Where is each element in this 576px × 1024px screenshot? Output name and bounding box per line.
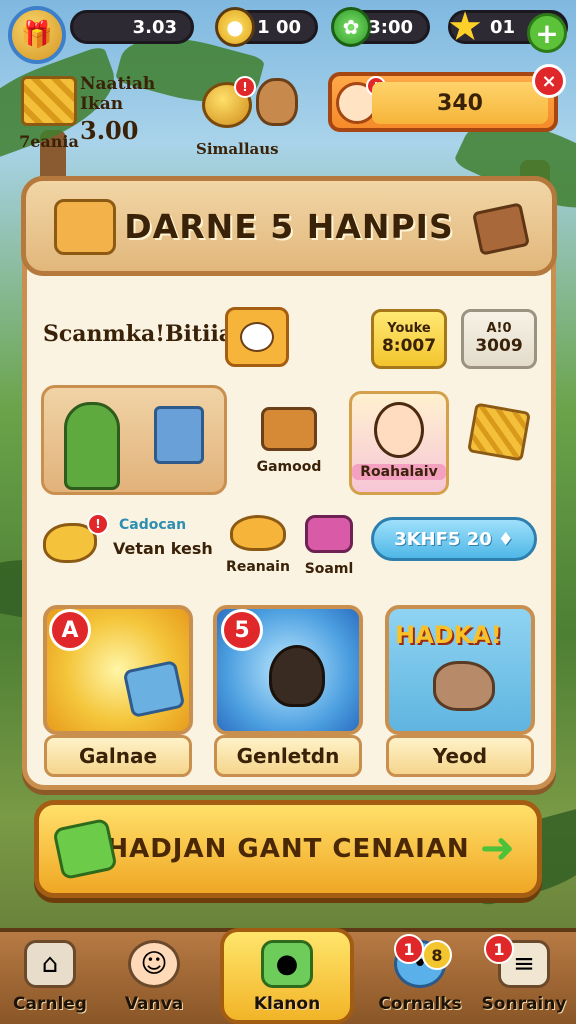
card-monster-button[interactable]: Genletdn [214,735,362,777]
main-action-button[interactable]: HADJAN GANT CENAIAN ➜ [34,800,542,898]
blue-box-icon [122,659,186,719]
bowl-caption: Reanain [226,559,290,575]
gold-cube-item[interactable] [467,402,535,467]
shop-panel: DARNE 5 HANPIS Scanmka!Bitiia Youke 8:00… [21,176,557,790]
cash-value: 340 [437,90,483,116]
coins-caption: Simallaus [196,140,279,158]
coins-alert-badge: ! [234,76,256,98]
main-action-label: HADJAN GANT CENAIAN [106,834,470,864]
machine-icon [154,406,204,464]
suitcase-item[interactable]: Gamood [253,407,325,487]
crate-caption: 7eania [19,132,79,151]
nav-chat-badge-1: 1 [394,934,424,964]
pet-icon-button[interactable] [225,307,289,367]
nav-home[interactable]: ⌂ Carnleg [0,940,100,1024]
price-1-bottom: 8:007 [381,335,437,356]
cash-counter[interactable]: ! 340 × [328,64,566,132]
pouch-caption: Soaml [304,561,354,577]
player-info-title: Naatiah Ikan [80,74,156,114]
resource-counter-1: 3.03 [70,10,194,44]
girl-portrait-icon [374,402,424,458]
panel-banner: DARNE 5 HANPIS [21,176,557,276]
nav-chest-label: Klanon [253,994,321,1014]
home-icon: ⌂ [24,940,76,988]
add-currency-button[interactable]: + [527,13,567,53]
character-machine-card[interactable] [41,385,227,495]
hand-label-top: Cadocan [119,517,187,533]
deer-icon [256,78,298,126]
elephant-icon [433,661,495,711]
character-icon: ☺ [128,940,180,988]
nav-character-label: Vanva [124,994,184,1014]
chat-bubbles-icon [52,817,118,881]
treasure-icon: 🎁 [20,20,54,50]
card-treasure-button[interactable]: Galnae [44,735,192,777]
card-treasure-badge: A [49,609,91,651]
suitcase-icon [261,407,317,451]
nav-chat-badge-2: 8 [422,940,452,970]
character-icon [64,402,120,490]
panel-title: DARNE 5 HANPIS [124,206,454,246]
chest-icon: ● [261,940,313,988]
gem-counter: ✿ 3:00 [331,7,430,47]
card-elephant[interactable]: HADKA! [385,605,535,735]
coin-counter: ● 1 00 [215,7,318,47]
hand-offer[interactable]: ! Cadocan Vetan kesh [43,511,213,575]
player-info: Naatiah Ikan 3.00 [80,74,200,145]
nav-home-label: Carnleg [13,994,87,1014]
suitcase-caption: Gamood [256,459,322,475]
pouch-item[interactable]: Soaml [297,515,361,585]
coin-value: 1 00 [257,16,301,38]
player-avatar[interactable]: 🎁 [8,6,66,64]
nav-chat[interactable]: • Cornalks 1 8 [370,934,470,1024]
hand-alert-badge: ! [87,513,109,535]
gold-coin-icon: ● [215,7,255,47]
star-value: 01 [489,16,515,38]
nav-chest[interactable]: ● Klanon [220,928,354,1024]
plus-icon: + [535,16,559,50]
nav-scroll-badge: 1 [484,934,514,964]
pink-pouch-icon [305,515,353,553]
code-pill-label: 3KHF5 20 [394,528,492,550]
resource-bar: 🎁 3.03 ● 1 00 ✿ 3:00 ★ 01 + [8,4,568,64]
nav-scroll-label: Sonrainy [481,994,567,1014]
section-label: Scanmka!Bitiia [43,321,234,347]
gold-crate-icon [21,76,77,126]
gold-cube-icon [467,402,531,462]
resource-1-value: 3.03 [132,16,177,38]
pet-face-icon [240,322,274,352]
arrow-right-icon: ➜ [479,823,515,872]
coins-reward[interactable]: ! Simallaus [196,72,306,164]
diamond-icon: ♦ [497,528,514,550]
star-icon: ★ [447,4,483,50]
nav-scroll[interactable]: ≡ Sonrainy 1 [474,934,574,1024]
bowl-item[interactable]: Reanain [223,515,293,585]
price-2-bottom: 3009 [475,335,523,356]
crate-reward[interactable]: 7eania [14,72,84,162]
gold-bowl-icon [230,515,286,551]
hand-label-bottom: Vetan kesh [113,539,213,558]
star-counter: ★ 01 + [447,4,568,53]
card-monster-badge: 5 [221,609,263,651]
close-button[interactable]: × [532,64,566,98]
bottom-nav: ⌂ Carnleg ☺ Vanva ● Klanon • Cornalks 1 … [0,928,576,1024]
nav-character[interactable]: ☺ Vanva [104,940,204,1024]
wood-block-icon [471,202,531,256]
gem-value: 3:00 [368,16,413,38]
price-button-1[interactable]: Youke 8:007 [371,309,447,369]
nav-chat-label: Cornalks [378,994,462,1014]
cat-chest-icon [54,199,116,255]
code-pill-button[interactable]: 3KHF5 20 ♦ [371,517,537,561]
girl-card[interactable]: Roahalaiv [349,391,449,495]
girl-caption: Roahalaiv [352,464,446,480]
monster-icon [269,645,325,707]
card-elephant-button[interactable]: Yeod [386,735,534,777]
price-2-top: A!0 [486,320,512,336]
green-gem-icon: ✿ [331,7,371,47]
card-elephant-headline: HADKA! [395,621,502,649]
price-1-top: Youke [387,320,431,336]
price-button-2[interactable]: A!0 3009 [461,309,537,369]
player-info-value: 3.00 [80,116,139,145]
close-icon: × [541,70,557,92]
